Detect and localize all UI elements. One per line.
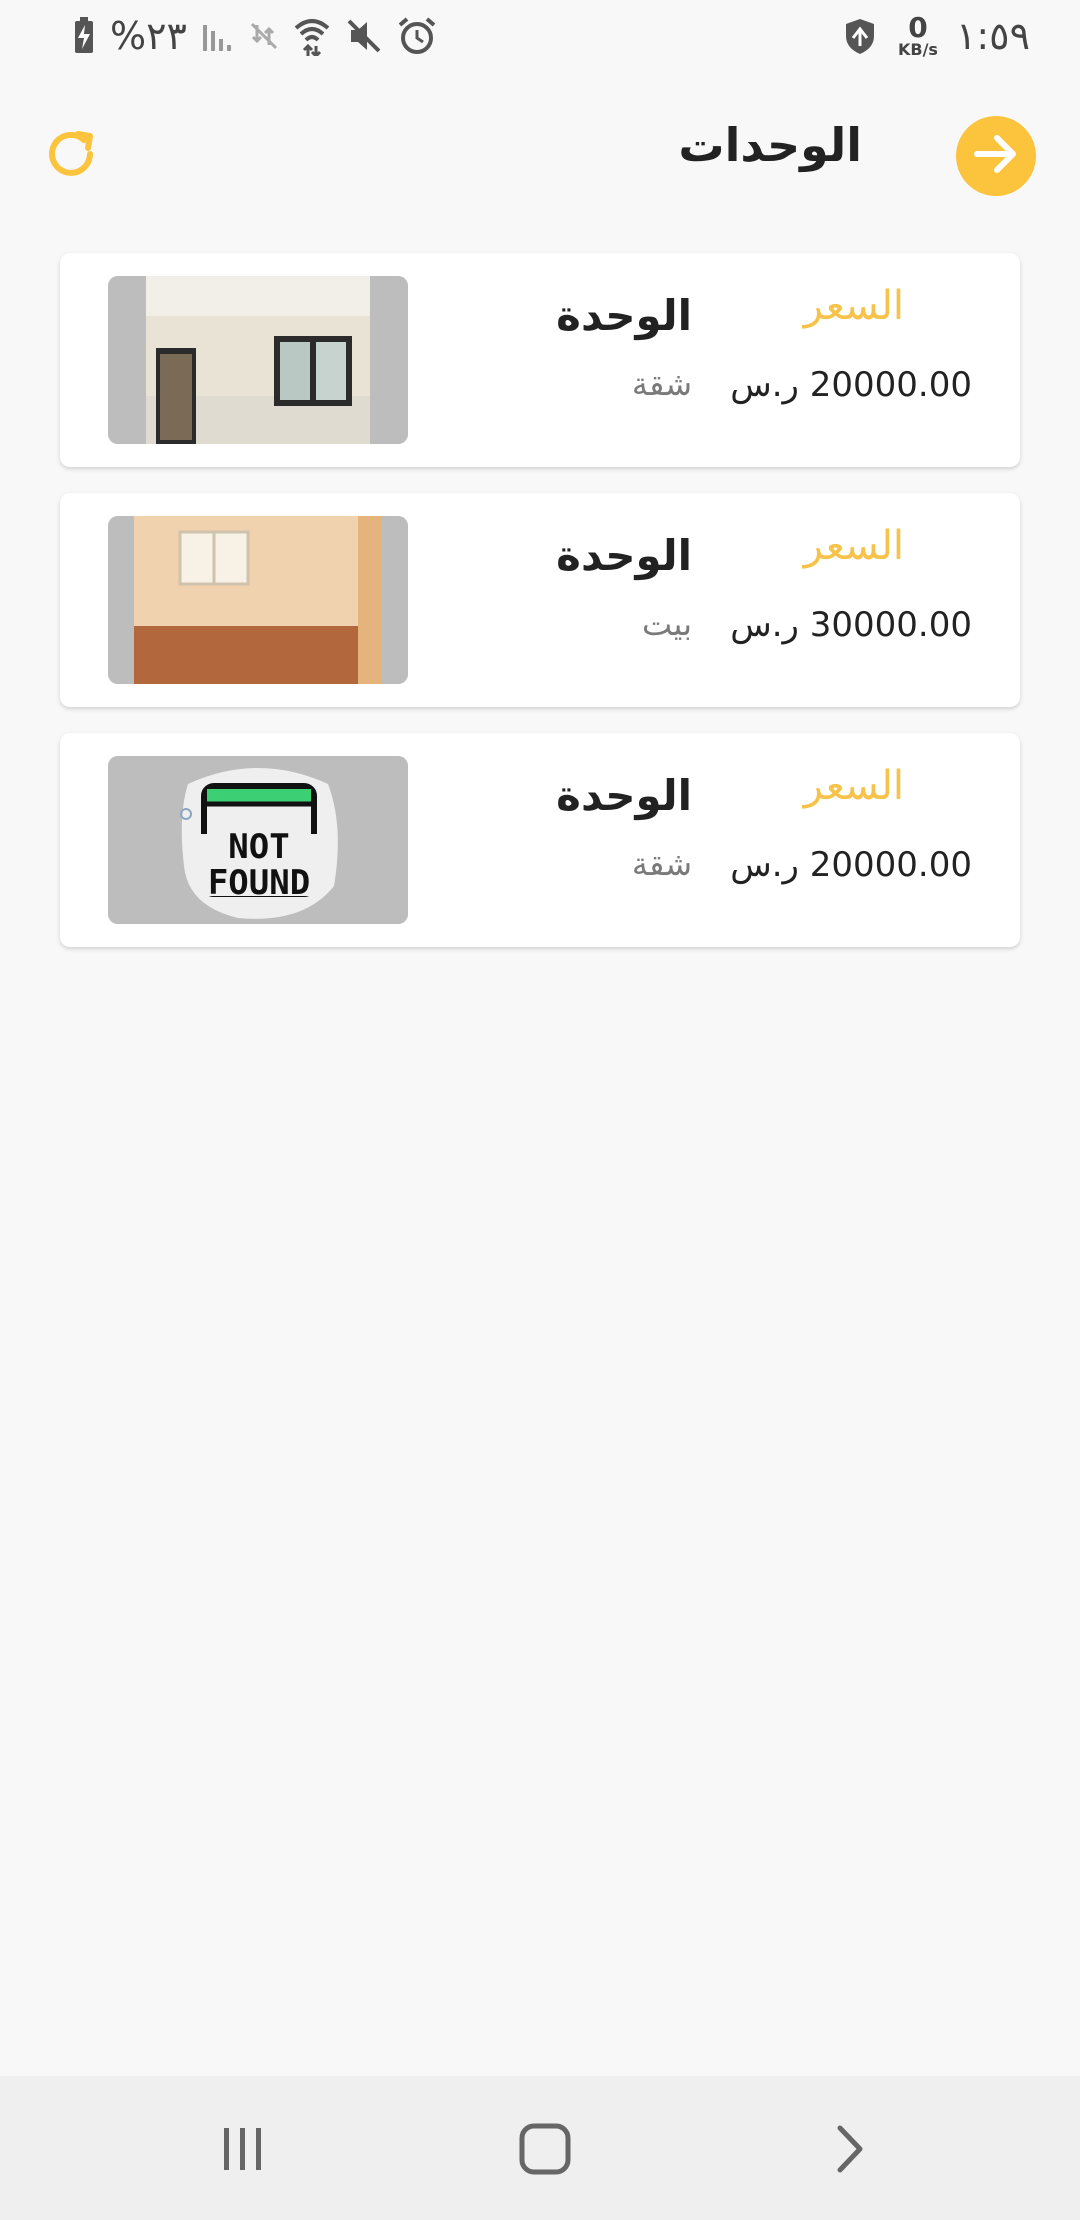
- recents-icon: [218, 2124, 268, 2178]
- status-time: ١:٥٩: [955, 14, 1030, 58]
- mute-icon: [345, 17, 383, 55]
- unit-type: بيت: [642, 605, 692, 643]
- status-right: 0 KB/s ١:٥٩: [840, 10, 1030, 62]
- arrow-right-icon: [971, 129, 1021, 183]
- net-speed-value: 0: [908, 11, 928, 44]
- refresh-button[interactable]: [44, 126, 104, 186]
- app-header: الوحدات: [0, 100, 1080, 210]
- price-label: السعر: [803, 523, 904, 569]
- back-button[interactable]: [814, 2116, 884, 2186]
- battery-percent: %٢٣: [110, 14, 187, 58]
- price-label: السعر: [803, 283, 904, 329]
- net-speed-unit: KB/s: [897, 40, 938, 59]
- forward-button[interactable]: [956, 116, 1036, 196]
- unit-title: الوحدة: [556, 771, 692, 820]
- unit-card[interactable]: الوحدة بيت السعر 30000.00 ر.س: [60, 493, 1020, 707]
- home-button[interactable]: [510, 2116, 580, 2186]
- unit-type: شقة: [631, 365, 692, 403]
- not-found-text-line1: NOT: [228, 827, 289, 867]
- unit-image: NOT FOUND: [108, 756, 408, 924]
- unit-image: [108, 276, 408, 444]
- system-nav-bar: [0, 2076, 1080, 2220]
- unit-price: 30000.00 ر.س: [730, 605, 972, 645]
- refresh-icon: [44, 131, 104, 190]
- not-found-text-line2: FOUND: [208, 863, 310, 903]
- back-icon: [824, 2124, 874, 2178]
- unit-image: [108, 516, 408, 684]
- unit-title: الوحدة: [556, 291, 692, 340]
- signal-icon: [201, 19, 235, 53]
- wifi-icon: [293, 16, 331, 56]
- unit-title: الوحدة: [556, 531, 692, 580]
- unit-card[interactable]: NOT FOUND الوحدة شقة السعر 20000.00 ر.س: [60, 733, 1020, 947]
- units-list: الوحدة شقة السعر 20000.00 ر.س الوحدة بيت…: [60, 253, 1020, 973]
- alarm-icon: [397, 16, 437, 56]
- data-off-icon: [249, 21, 279, 51]
- page-title: الوحدات: [678, 118, 862, 172]
- home-icon: [517, 2121, 573, 2181]
- recents-button[interactable]: [208, 2116, 278, 2186]
- price-label: السعر: [803, 763, 904, 809]
- vpn-shield-icon: [840, 16, 880, 56]
- unit-card[interactable]: الوحدة شقة السعر 20000.00 ر.س: [60, 253, 1020, 467]
- unit-type: شقة: [631, 845, 692, 883]
- unit-price: 20000.00 ر.س: [730, 845, 972, 885]
- unit-price: 20000.00 ر.س: [730, 365, 972, 405]
- battery-charging-icon: [72, 17, 96, 55]
- status-bar: %٢٣ 0 KB/s ١:٥٩: [0, 0, 1080, 72]
- status-left: %٢٣: [72, 10, 437, 62]
- net-speed: 0 KB/s: [898, 14, 938, 58]
